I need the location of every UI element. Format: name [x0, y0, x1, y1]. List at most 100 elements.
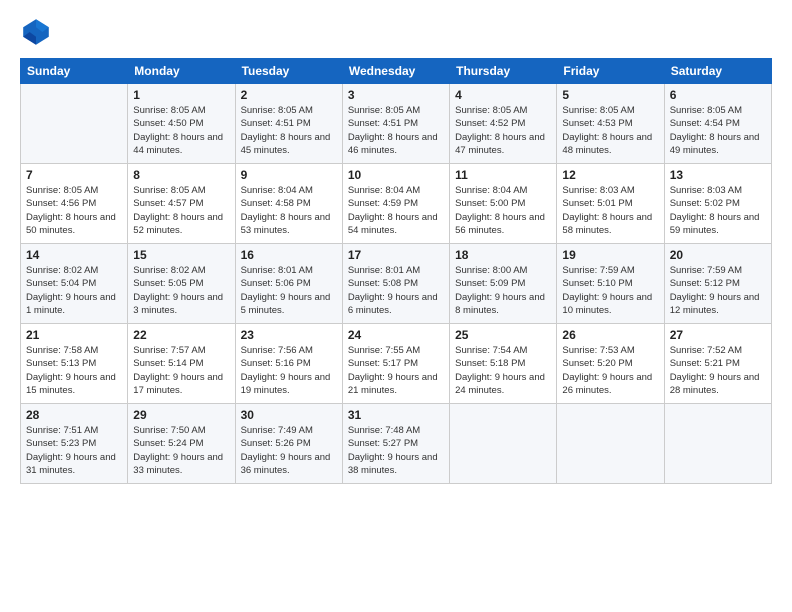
day-info: Sunrise: 8:02 AMSunset: 5:05 PMDaylight:…	[133, 264, 229, 317]
weekday-header-monday: Monday	[128, 59, 235, 84]
header	[20, 16, 772, 48]
day-info: Sunrise: 7:59 AMSunset: 5:10 PMDaylight:…	[562, 264, 658, 317]
day-number: 6	[670, 88, 766, 102]
calendar-cell: 18 Sunrise: 8:00 AMSunset: 5:09 PMDayligh…	[450, 244, 557, 324]
day-number: 29	[133, 408, 229, 422]
calendar-cell: 6Sunrise: 8:05 AMSunset: 4:54 PMDaylight…	[664, 84, 771, 164]
day-number: 10	[348, 168, 444, 182]
day-info: Sunrise: 8:05 AMSunset: 4:50 PMDaylight:…	[133, 104, 229, 157]
day-info: Sunrise: 7:52 AMSunset: 5:21 PMDaylight:…	[670, 344, 766, 397]
calendar-week-3: 14 Sunrise: 8:02 AMSunset: 5:04 PMDayligh…	[21, 244, 772, 324]
calendar-cell: 28Sunrise: 7:51 AMSunset: 5:23 PMDayligh…	[21, 404, 128, 484]
day-number: 30	[241, 408, 337, 422]
calendar-cell: 10 Sunrise: 8:04 AMSunset: 4:59 PMDayligh…	[342, 164, 449, 244]
day-number: 2	[241, 88, 337, 102]
calendar-cell: 5 Sunrise: 8:05 AMSunset: 4:53 PMDaylight…	[557, 84, 664, 164]
calendar-cell: 26 Sunrise: 7:53 AMSunset: 5:20 PMDayligh…	[557, 324, 664, 404]
calendar-cell: 11 Sunrise: 8:04 AMSunset: 5:00 PMDayligh…	[450, 164, 557, 244]
page: SundayMondayTuesdayWednesdayThursdayFrid…	[0, 0, 792, 612]
day-number: 23	[241, 328, 337, 342]
day-number: 3	[348, 88, 444, 102]
day-info: Sunrise: 7:57 AMSunset: 5:14 PMDaylight:…	[133, 344, 229, 397]
logo	[20, 16, 56, 48]
calendar-cell: 12 Sunrise: 8:03 AMSunset: 5:01 PMDayligh…	[557, 164, 664, 244]
calendar-cell	[664, 404, 771, 484]
day-info: Sunrise: 7:48 AMSunset: 5:27 PMDaylight:…	[348, 424, 444, 477]
day-number: 18	[455, 248, 551, 262]
day-number: 5	[562, 88, 658, 102]
calendar-cell: 24Sunrise: 7:55 AMSunset: 5:17 PMDayligh…	[342, 324, 449, 404]
calendar-cell	[21, 84, 128, 164]
day-info: Sunrise: 8:01 AMSunset: 5:06 PMDaylight:…	[241, 264, 337, 317]
day-info: Sunrise: 8:05 AMSunset: 4:51 PMDaylight:…	[241, 104, 337, 157]
day-number: 24	[348, 328, 444, 342]
day-number: 1	[133, 88, 229, 102]
day-number: 12	[562, 168, 658, 182]
calendar-cell	[450, 404, 557, 484]
day-info: Sunrise: 8:04 AMSunset: 4:58 PMDaylight:…	[241, 184, 337, 237]
calendar-cell: 22 Sunrise: 7:57 AMSunset: 5:14 PMDayligh…	[128, 324, 235, 404]
calendar-cell: 3 Sunrise: 8:05 AMSunset: 4:51 PMDaylight…	[342, 84, 449, 164]
weekday-header-tuesday: Tuesday	[235, 59, 342, 84]
day-info: Sunrise: 7:56 AMSunset: 5:16 PMDaylight:…	[241, 344, 337, 397]
weekday-header-sunday: Sunday	[21, 59, 128, 84]
day-number: 21	[26, 328, 122, 342]
weekday-header-saturday: Saturday	[664, 59, 771, 84]
calendar-cell: 9Sunrise: 8:04 AMSunset: 4:58 PMDaylight…	[235, 164, 342, 244]
day-info: Sunrise: 8:05 AMSunset: 4:56 PMDaylight:…	[26, 184, 122, 237]
day-number: 8	[133, 168, 229, 182]
calendar-week-4: 21 Sunrise: 7:58 AMSunset: 5:13 PMDayligh…	[21, 324, 772, 404]
day-number: 27	[670, 328, 766, 342]
calendar-table: SundayMondayTuesdayWednesdayThursdayFrid…	[20, 58, 772, 484]
calendar-cell: 17 Sunrise: 8:01 AMSunset: 5:08 PMDayligh…	[342, 244, 449, 324]
calendar-cell	[557, 404, 664, 484]
calendar-cell: 27 Sunrise: 7:52 AMSunset: 5:21 PMDayligh…	[664, 324, 771, 404]
weekday-header-friday: Friday	[557, 59, 664, 84]
calendar-cell: 19 Sunrise: 7:59 AMSunset: 5:10 PMDayligh…	[557, 244, 664, 324]
day-number: 19	[562, 248, 658, 262]
day-info: Sunrise: 8:03 AMSunset: 5:02 PMDaylight:…	[670, 184, 766, 237]
calendar-cell: 21 Sunrise: 7:58 AMSunset: 5:13 PMDayligh…	[21, 324, 128, 404]
calendar-week-1: 1 Sunrise: 8:05 AMSunset: 4:50 PMDaylight…	[21, 84, 772, 164]
calendar-cell: 20Sunrise: 7:59 AMSunset: 5:12 PMDayligh…	[664, 244, 771, 324]
day-info: Sunrise: 7:58 AMSunset: 5:13 PMDaylight:…	[26, 344, 122, 397]
day-info: Sunrise: 7:54 AMSunset: 5:18 PMDaylight:…	[455, 344, 551, 397]
calendar-cell: 30 Sunrise: 7:49 AMSunset: 5:26 PMDayligh…	[235, 404, 342, 484]
calendar-week-5: 28Sunrise: 7:51 AMSunset: 5:23 PMDayligh…	[21, 404, 772, 484]
day-info: Sunrise: 8:04 AMSunset: 4:59 PMDaylight:…	[348, 184, 444, 237]
day-info: Sunrise: 8:05 AMSunset: 4:52 PMDaylight:…	[455, 104, 551, 157]
day-number: 25	[455, 328, 551, 342]
day-info: Sunrise: 8:03 AMSunset: 5:01 PMDaylight:…	[562, 184, 658, 237]
day-number: 15	[133, 248, 229, 262]
calendar-cell: 14 Sunrise: 8:02 AMSunset: 5:04 PMDayligh…	[21, 244, 128, 324]
day-number: 16	[241, 248, 337, 262]
calendar-cell: 1 Sunrise: 8:05 AMSunset: 4:50 PMDaylight…	[128, 84, 235, 164]
calendar-cell: 23 Sunrise: 7:56 AMSunset: 5:16 PMDayligh…	[235, 324, 342, 404]
day-info: Sunrise: 8:05 AMSunset: 4:57 PMDaylight:…	[133, 184, 229, 237]
day-info: Sunrise: 7:51 AMSunset: 5:23 PMDaylight:…	[26, 424, 122, 477]
calendar-week-2: 7Sunrise: 8:05 AMSunset: 4:56 PMDaylight…	[21, 164, 772, 244]
day-number: 4	[455, 88, 551, 102]
day-info: Sunrise: 8:01 AMSunset: 5:08 PMDaylight:…	[348, 264, 444, 317]
day-info: Sunrise: 7:50 AMSunset: 5:24 PMDaylight:…	[133, 424, 229, 477]
day-number: 26	[562, 328, 658, 342]
calendar-cell: 4 Sunrise: 8:05 AMSunset: 4:52 PMDaylight…	[450, 84, 557, 164]
calendar-cell: 25 Sunrise: 7:54 AMSunset: 5:18 PMDayligh…	[450, 324, 557, 404]
day-info: Sunrise: 7:53 AMSunset: 5:20 PMDaylight:…	[562, 344, 658, 397]
day-info: Sunrise: 8:04 AMSunset: 5:00 PMDaylight:…	[455, 184, 551, 237]
day-info: Sunrise: 8:02 AMSunset: 5:04 PMDaylight:…	[26, 264, 122, 317]
day-info: Sunrise: 8:05 AMSunset: 4:51 PMDaylight:…	[348, 104, 444, 157]
day-number: 17	[348, 248, 444, 262]
calendar-cell: 31 Sunrise: 7:48 AMSunset: 5:27 PMDayligh…	[342, 404, 449, 484]
day-number: 14	[26, 248, 122, 262]
day-number: 31	[348, 408, 444, 422]
calendar-cell: 13Sunrise: 8:03 AMSunset: 5:02 PMDayligh…	[664, 164, 771, 244]
day-info: Sunrise: 8:00 AMSunset: 5:09 PMDaylight:…	[455, 264, 551, 317]
calendar-cell: 8 Sunrise: 8:05 AMSunset: 4:57 PMDaylight…	[128, 164, 235, 244]
day-number: 11	[455, 168, 551, 182]
day-number: 22	[133, 328, 229, 342]
day-info: Sunrise: 7:49 AMSunset: 5:26 PMDaylight:…	[241, 424, 337, 477]
day-info: Sunrise: 8:05 AMSunset: 4:53 PMDaylight:…	[562, 104, 658, 157]
calendar-cell: 7Sunrise: 8:05 AMSunset: 4:56 PMDaylight…	[21, 164, 128, 244]
weekday-header-wednesday: Wednesday	[342, 59, 449, 84]
